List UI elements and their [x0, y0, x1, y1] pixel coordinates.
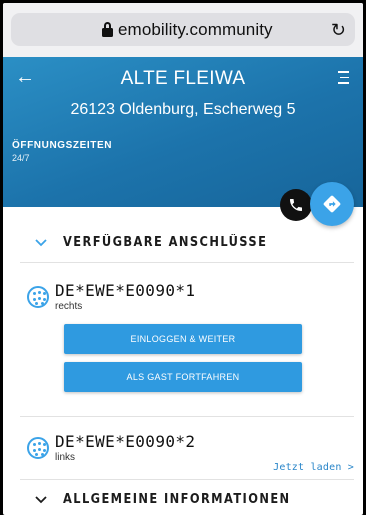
opening-hours-label: ÖFFNUNGSZEITEN — [12, 140, 113, 151]
chevron-down-icon — [35, 496, 47, 504]
connector-id: DE*EWE*E0090*2 — [55, 432, 196, 451]
url-text[interactable]: emobility.community — [118, 20, 273, 40]
divider — [20, 262, 354, 263]
plug-socket-icon — [27, 286, 49, 308]
browser-bar: emobility.community ↻ — [3, 3, 363, 57]
chevron-down-icon — [35, 239, 47, 247]
plug-socket-icon — [27, 437, 49, 459]
connector-side: links — [55, 452, 76, 463]
general-info-header[interactable]: ALLGEMEINE INFORMATIONEN — [13, 485, 355, 515]
available-connectors-header[interactable]: VERFÜGBARE ANSCHLÜSSE — [13, 228, 355, 258]
phone-screen: emobility.community ↻ ← ALTE FLEIWA 2612… — [3, 3, 363, 515]
connector-id: DE*EWE*E0090*1 — [55, 281, 196, 300]
station-address: 26123 Oldenburg, Escherweg 5 — [70, 101, 296, 118]
station-header: ← ALTE FLEIWA 26123 Oldenburg, Escherweg… — [3, 57, 363, 207]
navigate-button[interactable] — [310, 182, 354, 226]
lock-icon — [102, 22, 113, 37]
login-continue-button[interactable]: EINLOGGEN & WEITER — [64, 324, 302, 354]
guest-continue-button[interactable]: ALS GAST FORTFAHREN — [64, 362, 302, 392]
address-bar[interactable]: emobility.community ↻ — [11, 13, 355, 46]
station-title: ALTE FLEIWA — [120, 68, 246, 89]
charge-now-link[interactable]: Jetzt laden > — [273, 462, 354, 473]
divider — [20, 416, 354, 417]
reload-icon[interactable]: ↻ — [331, 20, 346, 41]
navigate-icon — [323, 195, 341, 213]
divider — [20, 479, 354, 480]
opening-hours-value: 24/7 — [12, 153, 30, 163]
call-button[interactable] — [280, 189, 312, 221]
menu-icon[interactable] — [338, 71, 349, 88]
general-info-title: ALLGEMEINE INFORMATIONEN — [63, 492, 291, 507]
available-connectors-title: VERFÜGBARE ANSCHLÜSSE — [63, 235, 268, 250]
connector-side: rechts — [55, 301, 83, 312]
phone-icon — [290, 199, 302, 211]
